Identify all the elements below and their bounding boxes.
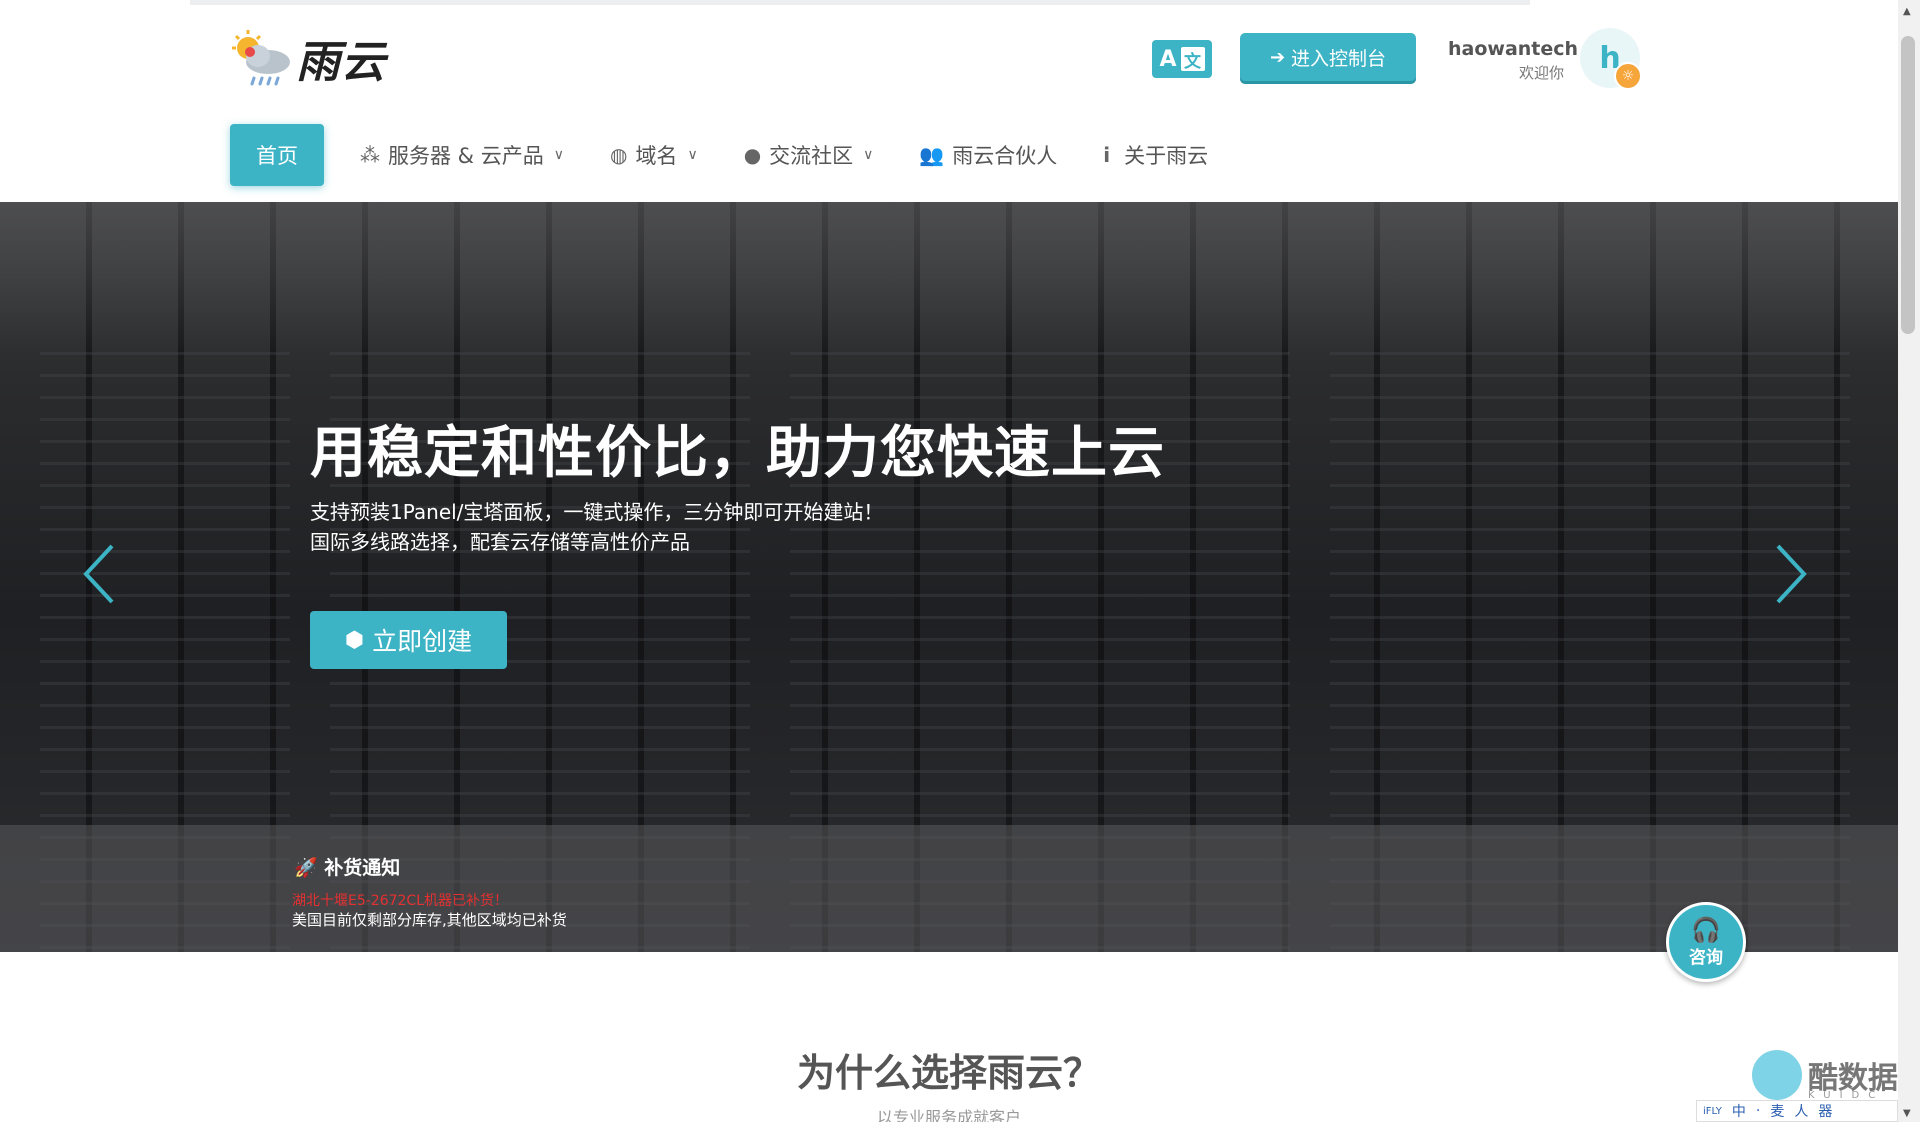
logo[interactable]: 雨云 [228,26,386,90]
scrollbar-thumb[interactable] [1901,36,1915,334]
lang-zh-label: 文 [1180,47,1205,72]
nav-item-partner[interactable]: 👥 雨云合伙人 [919,124,1057,186]
nav-item-label: 交流社区 [769,144,854,168]
welcome-text: 欢迎你 [1518,64,1564,82]
user-info[interactable]: haowantech 欢迎你 [1448,38,1579,83]
carousel-next-arrow[interactable] [1770,542,1810,606]
weather-logo-icon [228,28,296,88]
users-icon: 👥 [919,143,945,167]
cube-icon: ⬢ [344,627,365,653]
top-strip [190,0,1530,5]
cubes-icon: ⁂ [360,143,380,167]
nav-item-domains[interactable]: ◍ 域名 ∨ [610,124,698,186]
watermark-logo-icon [1752,1050,1802,1100]
create-now-button[interactable]: ⬢ 立即创建 [310,611,507,669]
comment-icon: ● [743,143,762,167]
ceiling-background [0,202,1898,352]
username: haowantech [1448,38,1579,60]
nav-item-label: 域名 [635,144,678,168]
ime-mic-icon[interactable]: 麦 [1770,1101,1784,1121]
scroll-down-icon[interactable]: ▼ [1903,1108,1911,1119]
nav-item-about[interactable]: i 关于雨云 [1103,124,1208,186]
nav-item-community[interactable]: ● 交流社区 ∨ [744,124,874,186]
notice-text: 美国目前仅剩部分库存,其他区域均已补货 [292,911,567,929]
site-header: 雨云 A 文 ➔ 进入控制台 haowantech 欢迎你 h ☼ 首页 ⁂ 服… [0,0,1898,202]
nav-item-home[interactable]: 首页 [230,124,324,186]
create-button-label: 立即创建 [372,627,473,656]
chevron-down-icon: ∨ [687,147,698,163]
info-icon: i [1103,143,1111,167]
rocket-icon: 🚀 [294,857,318,879]
main-nav: 首页 ⁂ 服务器 & 云产品 ∨ ◍ 域名 ∨ ● 交流社区 ∨ 👥 雨云合伙人… [230,124,1254,186]
chevron-right-icon [1776,544,1807,604]
chevron-down-icon: ∨ [553,147,564,163]
ime-toolbar: iFLY 中 · 麦 人 器 [1696,1100,1898,1122]
hero-subtitle: 支持预装1Panel/宝塔面板，一键式操作，三分钟即可开始建站！ [310,500,884,524]
hero-subtitle: 国际多线路选择，配套云存储等高性价产品 [310,530,690,554]
consult-label: 咨询 [1689,947,1723,968]
language-toggle-button[interactable]: A 文 [1152,40,1212,78]
weather-badge-icon: ☼ [1614,62,1642,90]
carousel-prev-arrow[interactable] [80,542,120,606]
console-button-label: 进入控制台 [1291,47,1387,70]
scroll-up-icon[interactable]: ▲ [1903,6,1911,17]
hero-carousel: 用稳定和性价比，助力您快速上云 支持预装1Panel/宝塔面板，一键式操作，三分… [0,202,1898,952]
nav-item-label: 服务器 & 云产品 [388,144,544,168]
ime-punct-icon[interactable]: · [1756,1103,1760,1119]
nav-item-label: 首页 [256,144,298,168]
chevron-down-icon: ∨ [863,147,874,163]
ime-logo-icon[interactable]: iFLY [1703,1106,1722,1117]
nav-item-label: 雨云合伙人 [952,144,1058,168]
notice-title-text: 补货通知 [324,857,401,879]
globe-icon: ◍ [609,143,628,167]
nav-item-label: 关于雨云 [1124,144,1209,168]
lang-a-label: A [1159,46,1177,72]
ime-lang-toggle[interactable]: 中 [1732,1101,1746,1121]
notice-highlight[interactable]: 湖北十堰E5-2672CL机器已补货！ [292,890,508,910]
section-title: 为什么选择雨云？ [796,1051,1101,1095]
sign-in-icon: ➔ [1269,46,1286,68]
headset-icon: 🎧 [1691,915,1721,944]
ime-tools-icon[interactable]: 器 [1818,1101,1832,1121]
restock-notice: 🚀 补货通知 湖北十堰E5-2672CL机器已补货！ 美国目前仅剩部分库存,其他… [0,825,1898,952]
page-scrollbar[interactable]: ▲ ▼ [1898,0,1920,1122]
hero-title: 用稳定和性价比，助力您快速上云 [310,421,1165,486]
logo-text: 雨云 [296,37,386,88]
chevron-left-icon [83,544,114,604]
ime-user-icon[interactable]: 人 [1794,1101,1808,1121]
notice-title: 🚀 补货通知 [294,853,400,880]
consult-button[interactable]: 🎧 咨询 [1666,902,1746,982]
enter-console-button[interactable]: ➔ 进入控制台 [1240,33,1416,81]
section-subtitle: 以专业服务成就客户 [876,1108,1021,1122]
nav-item-servers[interactable]: ⁂ 服务器 & 云产品 ∨ [360,124,564,186]
